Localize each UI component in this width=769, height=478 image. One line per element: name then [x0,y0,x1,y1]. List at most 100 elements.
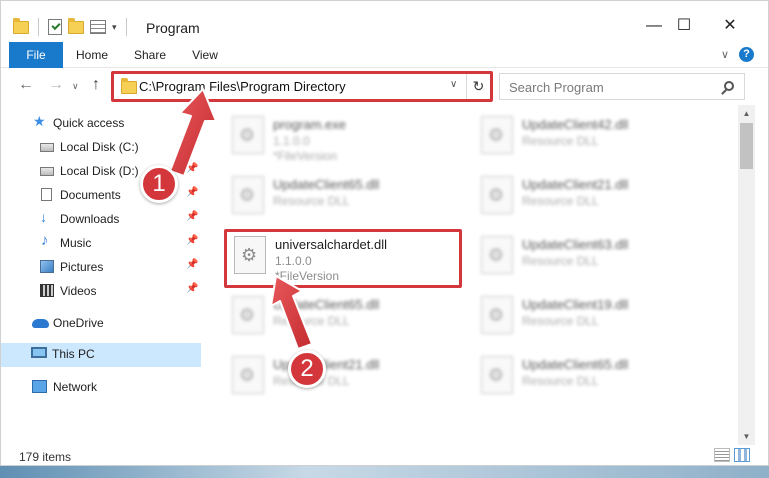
recent-locations-icon[interactable]: ∨ [72,81,79,92]
expand-ribbon-icon[interactable]: ∨ [721,48,729,61]
sidebar-item-label: Videos [60,284,97,298]
sidebar-item-label: Pictures [60,260,104,274]
downloads-icon: ↓ [40,209,47,225]
sidebar-item-local-disk-c[interactable]: Local Disk (C:) 📌 [1,136,201,158]
search-placeholder[interactable]: Search Program [509,80,604,95]
tab-view[interactable]: View [184,42,226,68]
file-name: UpdateClient63.dll [522,237,629,252]
step-1-callout: 1 [140,165,178,203]
file-item[interactable]: UpdateClient21.dll Resource DLL [475,172,715,230]
sidebar-item-label: Documents [60,188,121,202]
back-arrow-icon[interactable]: ← [18,76,34,94]
dll-file-icon [232,296,264,334]
sidebar-item-quick-access[interactable]: ★ Quick access [1,112,201,134]
chevron-down-icon[interactable]: ▾ [112,22,117,33]
sidebar-item-network[interactable]: Network [1,376,201,398]
help-icon[interactable]: ? [739,47,754,62]
star-icon: ★ [33,113,46,129]
file-item[interactable]: program.exe 1.1.0.0 *FileVersion [226,112,466,170]
quick-access-toolbar: ▾ [13,17,130,36]
toolbar-separator [38,18,39,36]
sidebar-item-downloads[interactable]: ↓ Downloads 📌 [1,208,201,230]
file-description: Resource DLL [522,194,599,208]
file-name: UpdateClient65.dll [522,357,629,372]
search-box[interactable]: Search Program [499,73,745,100]
ribbon-controls: ∨ ? [721,47,754,62]
close-button[interactable]: ✕ [707,13,753,43]
disk-icon [40,167,54,176]
music-icon: ♪ [41,232,49,249]
dll-file-icon [481,176,513,214]
tab-share[interactable]: Share [127,42,173,68]
file-item[interactable]: UpdateClient19.dll Resource DLL [475,292,715,350]
sidebar-item-videos[interactable]: Videos 📌 [1,280,201,302]
sidebar-item-label: This PC [52,347,95,361]
sidebar-item-onedrive[interactable]: OneDrive [1,312,201,334]
file-description: Resource DLL [522,134,599,148]
file-description: Resource DLL [522,314,599,328]
customize-toolbar-icon[interactable] [90,20,106,34]
file-name: UpdateClient19.dll [522,297,629,312]
folder-icon [13,17,29,34]
sidebar-item-label: Music [60,236,92,250]
ribbon-tabs: File Home Share View ∨ ? [1,42,768,68]
sidebar-item-label: Local Disk (D:) [60,164,139,178]
dll-file-icon [481,296,513,334]
new-folder-icon[interactable] [68,17,84,34]
file-description: Resource DLL [273,314,350,328]
details-view-icon[interactable] [714,448,730,462]
step-2-callout: 2 [288,350,326,388]
pc-icon [31,347,47,358]
item-count: 179 items [19,450,72,464]
sidebar-item-music[interactable]: ♪ Music 📌 [1,232,201,254]
scrollbar-thumb[interactable] [740,123,753,169]
title-bar: ▾ Program — ☐ ✕ [1,1,768,41]
file-description: *FileVersion [273,149,338,163]
file-name: UpdateClient65.dll [273,177,380,192]
window-title: Program [146,20,200,36]
file-item[interactable]: UpdateClient63.dll Resource DLL [475,232,715,290]
dll-file-icon [481,116,513,154]
dll-file-icon [481,236,513,274]
file-item[interactable]: UpdateClient65.dll Resource DLL [475,352,715,410]
file-highlight-box [224,229,462,288]
status-bar: 179 items [1,445,768,466]
file-name: program.exe [273,117,346,132]
pictures-icon [40,260,54,273]
network-icon [32,380,47,393]
sidebar-item-label: Quick access [53,116,125,130]
videos-icon [40,284,54,297]
file-item[interactable]: UpdateClient42.dll Resource DLL [475,112,715,170]
file-item[interactable]: UpdateClient21.dll Resource DLL [226,352,466,410]
sidebar-item-label: Network [53,380,98,394]
explorer-window: ▾ Program — ☐ ✕ File Home Share View ∨ ?… [0,0,769,466]
tab-file[interactable]: File [9,42,63,68]
toolbar-separator [125,18,127,36]
tab-home[interactable]: Home [69,42,115,68]
documents-icon [41,188,52,201]
up-arrow-icon[interactable]: ↑ [92,76,100,94]
file-name: UpdateClient42.dll [522,117,629,132]
vertical-scrollbar[interactable]: ▲ ▼ [738,105,755,445]
dll-file-icon [232,176,264,214]
file-description: Resource DLL [522,374,599,388]
tiles-view-icon[interactable] [734,448,750,462]
sidebar-item-pictures[interactable]: Pictures 📌 [1,256,201,278]
file-description: Resource DLL [273,194,350,208]
dll-file-icon [232,356,264,394]
file-version: 1.1.0.0 [273,134,310,148]
properties-check-icon[interactable] [48,19,62,35]
sidebar-item-this-pc[interactable]: This PC [1,343,201,367]
maximize-button[interactable]: ☐ [661,13,707,43]
file-item[interactable]: UpdateClient65.dll Resource DLL [226,172,466,230]
onedrive-icon [32,319,49,328]
forward-arrow-icon[interactable]: → [48,76,64,94]
pin-icon: 📌 [186,163,199,174]
scroll-down-arrow-icon[interactable]: ▼ [738,428,755,445]
desktop-background [0,466,769,478]
pin-icon: 📌 [186,187,199,198]
scroll-up-arrow-icon[interactable]: ▲ [738,105,755,122]
pin-icon: 📌 [186,283,199,294]
file-item[interactable]: UpdateClient65.dll Resource DLL [226,292,466,350]
search-icon [724,81,734,91]
